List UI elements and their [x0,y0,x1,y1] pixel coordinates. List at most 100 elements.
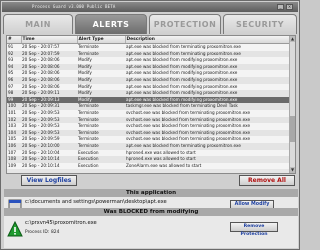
blocked-section: c:\prxvn45\proxomitron.exe Process ID: 8… [4,216,298,248]
row-description: svchost.exe was blocked from terminating… [125,109,295,117]
row-time: 20 Sep - 20:10:04 [21,149,77,157]
row-number: 96 [7,76,21,84]
table-row[interactable]: 100 20 Sep - 20:09:31 Terminate taskmgr.exe… [7,103,295,110]
table-row[interactable]: 99 20 Sep - 20:09:13 Modify apt.exe was blo… [7,96,295,104]
row-description: apt.exe was blocked from terminating pro… [125,50,295,58]
tab-main[interactable]: MAIN [3,14,73,34]
row-alert-type: Terminate [77,136,125,143]
row-alert-type: Modify [77,76,125,84]
table-row[interactable]: 109 20 Sep - 20:10:14 Execution ZoneAlarm.e… [7,162,295,170]
row-alert-type: Modify [77,83,125,91]
row-description: svchost.exe was blocked from terminating… [125,136,295,143]
row-number: 109 [7,162,21,170]
row-alert-type: Modify [77,57,125,64]
title-bar[interactable]: Process Guard v3.000 Public BETA _ × [2,2,298,12]
tab-bar: MAIN ALERTS PROTECTION SECURITY [3,14,298,35]
table-row[interactable]: 96 20 Sep - 20:08:06 Modify apt.exe was blo… [7,76,295,84]
close-icon[interactable]: × [286,4,293,10]
row-number: 92 [7,50,21,58]
blocked-process-id-label: Process ID: [25,230,50,235]
view-logfiles-button[interactable]: View Logfiles [21,175,77,186]
blocked-process-id: 824 [51,230,60,235]
row-alert-type: Terminate [77,123,125,130]
row-description: apt.exe was blocked from modifying proxo… [125,76,295,84]
row-number: 98 [7,90,21,97]
table-row[interactable]: 103 20 Sep - 20:09:53 Terminate svchost.exe… [7,123,295,130]
remove-protection-button[interactable]: Remove Protection [230,222,278,237]
table-row[interactable]: 92 20 Sep - 20:07:59 Terminate apt.exe was … [7,50,295,58]
row-number: 100 [7,103,21,110]
row-description: ZoneAlarm.exe was allowed to start [125,162,295,170]
row-description: svchost.exe was blocked from terminating… [125,116,295,124]
row-description: svchost.exe was blocked from terminating… [125,123,295,130]
column-header-description[interactable]: Description [125,36,295,44]
table-row[interactable]: 95 20 Sep - 20:08:06 Modify apt.exe was blo… [7,70,295,77]
row-description: apt.exe was blocked from terminating pro… [125,43,295,51]
table-row[interactable]: 97 20 Sep - 20:08:06 Modify apt.exe was blo… [7,83,295,91]
column-header-number[interactable]: # [7,36,22,44]
table-row[interactable]: 108 20 Sep - 20:10:14 Execution hprone4.exe… [7,156,295,163]
blocked-path: c:\prxvn45\proxomitron.exe [25,220,97,226]
alerts-list: # Time Alert Type Description 91 20 Sep -… [6,35,296,174]
row-number: 107 [7,149,21,157]
scroll-up-icon[interactable]: ▲ [290,36,295,42]
row-time: 20 Sep - 20:09:31 [21,103,77,110]
row-description: apt.exe was blocked from modifying proxo… [125,90,295,97]
table-row[interactable]: 91 20 Sep - 20:07:57 Terminate apt.exe was … [7,43,295,51]
table-row[interactable]: 104 20 Sep - 20:09:53 Terminate svchost.exe… [7,129,295,137]
row-description: apt.exe was blocked from modifying proxo… [125,96,295,104]
row-time: 20 Sep - 20:09:53 [21,116,77,124]
row-time: 20 Sep - 20:08:06 [21,57,77,64]
row-time: 20 Sep - 20:09:53 [21,129,77,137]
table-row[interactable]: 94 20 Sep - 20:08:06 Modify apt.exe was blo… [7,63,295,71]
row-time: 20 Sep - 20:09:11 [21,90,77,97]
scroll-thumb[interactable] [290,116,295,142]
minimize-icon[interactable]: _ [277,4,284,10]
column-header-time[interactable]: Time [21,36,78,44]
scroll-down-icon[interactable]: ▼ [290,167,295,173]
row-time: 20 Sep - 20:08:06 [21,63,77,71]
row-number: 108 [7,156,21,163]
column-header-alert-type[interactable]: Alert Type [77,36,126,44]
window-title: Process Guard v3.000 Public BETA [32,4,116,9]
table-row[interactable]: 106 20 Sep - 20:10:00 Terminate apt.exe was… [7,142,295,150]
table-row[interactable]: 98 20 Sep - 20:09:11 Modify apt.exe was blo… [7,90,295,97]
row-time: 20 Sep - 20:10:14 [21,162,77,170]
row-number: 106 [7,142,21,150]
row-alert-type: Modify [77,90,125,97]
table-row[interactable]: 102 20 Sep - 20:09:53 Terminate svchost.exe… [7,116,295,124]
row-alert-type: Execution [77,162,125,170]
row-alert-type: Terminate [77,109,125,117]
app-path: c:\documents and settings\powerman\deskt… [25,199,167,205]
row-alert-type: Execution [77,156,125,163]
row-number: 99 [7,96,21,104]
remove-all-button[interactable]: Remove All [239,175,295,186]
table-row[interactable]: 107 20 Sep - 20:10:04 Execution hprone4.exe… [7,149,295,157]
row-description: svchost.exe was blocked from terminating… [125,129,295,137]
table-row[interactable]: 105 20 Sep - 20:09:59 Terminate svchost.exe… [7,136,295,143]
table-row[interactable]: 93 20 Sep - 20:08:06 Modify apt.exe was blo… [7,57,295,64]
row-alert-type: Terminate [77,142,125,150]
tab-security[interactable]: SECURITY [223,14,297,34]
table-header-row: # Time Alert Type Description [7,36,295,44]
row-description: apt.exe was blocked from modifying proxo… [125,63,295,71]
row-alert-type: Terminate [77,43,125,51]
row-alert-type: Terminate [77,103,125,110]
row-alert-type: Modify [77,70,125,77]
app-window: Process Guard v3.000 Public BETA _ × MAI… [0,0,300,250]
row-alert-type: Execution [77,149,125,157]
alerts-scrollbar[interactable]: ▲ ▼ [289,36,295,173]
row-description: apt.exe was blocked from terminating pro… [125,142,295,150]
row-description: hprone4.exe was allowed to start [125,156,295,163]
tab-protection[interactable]: PROTECTION [149,14,221,34]
row-number: 94 [7,63,21,71]
row-description: taskmgr.exe was blocked from terminating… [125,103,295,110]
warning-icon [7,221,23,237]
row-description: apt.exe was blocked from modifying proxo… [125,70,295,77]
alerts-table-body: 91 20 Sep - 20:07:57 Terminate apt.exe was … [7,43,295,170]
row-number: 104 [7,129,21,137]
tab-alerts[interactable]: ALERTS [75,14,147,34]
row-alert-type: Modify [77,96,125,104]
table-row[interactable]: 101 20 Sep - 20:09:53 Terminate svchost.exe… [7,109,295,117]
row-alert-type: Modify [77,63,125,71]
